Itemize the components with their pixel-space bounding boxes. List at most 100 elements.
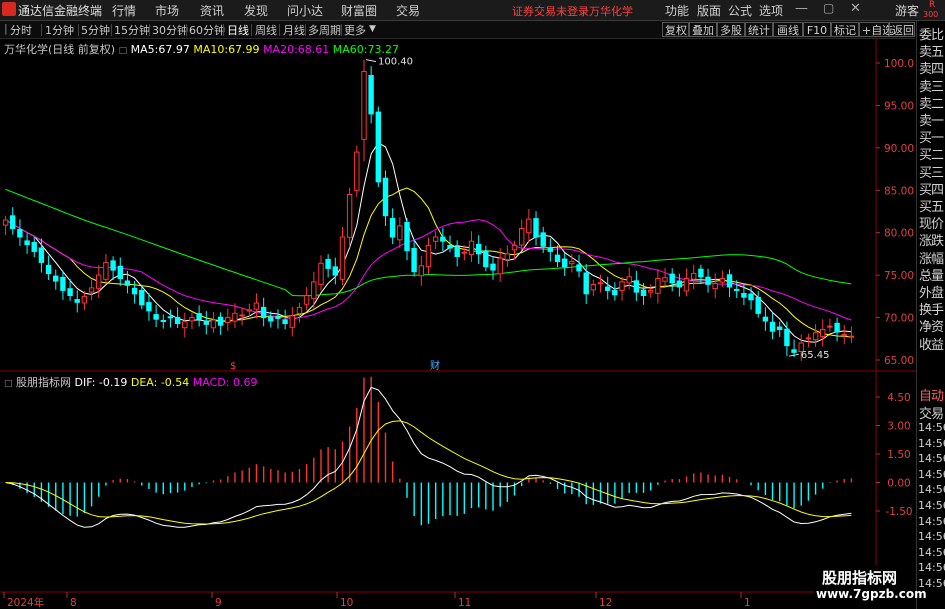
candle-up — [655, 278, 661, 294]
menu-functions[interactable]: 功能 — [665, 2, 689, 19]
x-tick-label: 1 — [744, 597, 751, 609]
trade-label[interactable]: 交易 — [919, 403, 944, 422]
period-intraday[interactable]: 分时 — [10, 22, 32, 38]
fuquan-button[interactable]: 复权 — [662, 22, 689, 37]
quote-field-7: 买二 — [919, 148, 944, 164]
overlay-button[interactable]: 叠加 — [689, 22, 717, 37]
candle-down — [375, 111, 382, 183]
quote-field-11: 现价 — [919, 217, 944, 233]
f10-button[interactable]: F10 — [803, 22, 831, 37]
period-5min[interactable]: 5分钟 — [81, 22, 110, 38]
menu-quotes[interactable]: 行情 — [112, 2, 136, 19]
menu-options[interactable]: 选项 — [759, 2, 783, 19]
minimize-icon[interactable]: — — [795, 1, 808, 16]
candle-down — [217, 316, 224, 326]
collapse-icon[interactable]: □ — [119, 46, 128, 56]
login-notice[interactable]: 证券交易未登录 — [512, 3, 589, 19]
menu-market[interactable]: 市场 — [155, 2, 179, 19]
quote-field-15: 外盘 — [919, 286, 944, 301]
period-monthly[interactable]: 月线 — [283, 22, 305, 38]
quote-field-2: 卖四 — [919, 62, 944, 78]
candle-down — [45, 264, 52, 274]
add-watchlist-button[interactable]: +自选 — [859, 22, 893, 37]
period-multi[interactable]: 多周期 — [308, 22, 341, 38]
menu-bar: 通达信金融终端 行情 市场 资讯 发现 问小达 财富圈 交易 证券交易未登录 万… — [0, 0, 945, 21]
trade-time-1: 14:56 — [918, 436, 945, 450]
restore-icon[interactable]: ▢ — [823, 1, 834, 15]
period-more[interactable]: 更多 — [344, 22, 366, 38]
event-marker-finance: 财 — [430, 359, 440, 372]
trade-time-3: 14:56 — [918, 467, 945, 481]
quote-field-18: 收益 — [919, 337, 944, 353]
candle-down — [146, 302, 152, 312]
candle-down — [389, 218, 396, 238]
ma5-value: 67.97 — [158, 43, 190, 56]
candle-up — [691, 272, 697, 280]
toolbar-grip-icon: | — [4, 22, 8, 35]
draw-line-button[interactable]: 画线 — [773, 22, 803, 37]
candle-down — [533, 218, 539, 238]
x-tick-label: 9 — [215, 597, 222, 609]
kline-chart[interactable]: 100.095.0090.0085.0080.0075.0070.0065.00… — [0, 38, 916, 609]
menu-news[interactable]: 资讯 — [200, 2, 224, 19]
statistics-button[interactable]: 统计 — [745, 22, 773, 37]
auto-label[interactable]: 自动 — [919, 385, 944, 404]
candle-down — [769, 321, 776, 332]
candle-up — [626, 276, 632, 284]
chevron-down-icon[interactable]: ▼ — [369, 24, 376, 34]
candle-down — [382, 177, 389, 217]
guest-label[interactable]: 游客 — [895, 2, 919, 19]
period-15min[interactable]: 15分钟 — [114, 22, 150, 38]
candle-down — [576, 264, 582, 272]
period-60min[interactable]: 60分钟 — [189, 22, 225, 38]
stock-chart-title: 万华化学(日线 前复权) — [4, 43, 116, 56]
candle-up — [189, 317, 195, 322]
candle-up — [719, 278, 726, 283]
menu-formula[interactable]: 公式 — [728, 2, 752, 19]
candle-up — [182, 321, 188, 329]
quote-field-14: 总量 — [919, 268, 944, 284]
candle-down — [669, 273, 675, 284]
candle-down — [53, 275, 59, 282]
back-button[interactable]: 返回 — [889, 22, 915, 37]
macd-tick-label: 4.50 — [887, 392, 910, 404]
y-tick-label: 65.00 — [884, 355, 914, 367]
candle-down — [734, 289, 740, 291]
candle-down — [368, 75, 374, 115]
x-tick-label: 2024年 — [7, 596, 44, 609]
candle-up — [81, 295, 88, 304]
candle-down — [741, 293, 747, 298]
macd-legend: □ 股朋指标网 DIF: -0.19 DEA: -0.54 MACD: 0.69 — [4, 374, 257, 390]
close-icon[interactable]: ✕ — [850, 1, 861, 16]
y-tick-label: 85.00 — [884, 185, 914, 197]
candle-down — [605, 286, 611, 291]
candle-down — [74, 299, 80, 303]
menu-layout[interactable]: 版面 — [697, 2, 721, 19]
candle-down — [10, 215, 16, 230]
candle-down — [139, 290, 145, 306]
candle-down — [268, 316, 274, 322]
menu-ask[interactable]: 问小达 — [287, 2, 323, 19]
multi-stock-button[interactable]: 多股 — [717, 22, 745, 37]
quote-field-10: 买五 — [919, 200, 944, 215]
stock-name-header: 万华化学 — [589, 5, 633, 18]
x-tick-label: 8 — [70, 597, 77, 609]
menu-discover[interactable]: 发现 — [244, 2, 268, 19]
candle-down — [411, 248, 417, 273]
candle-up — [289, 315, 296, 328]
period-daily[interactable]: 日线 — [227, 22, 249, 38]
period-30min[interactable]: 30分钟 — [152, 22, 188, 38]
candle-down — [174, 316, 181, 324]
trade-time-6: 14:56 — [918, 514, 945, 528]
high-price-label: 100.40 — [378, 57, 413, 68]
period-1min[interactable]: 1分钟 — [45, 22, 74, 38]
collapse-icon-macd[interactable]: □ — [4, 379, 13, 389]
menu-trade[interactable]: 交易 — [396, 2, 420, 19]
mark-button[interactable]: 标记 — [831, 22, 859, 37]
quote-field-1: 卖五 — [919, 45, 944, 61]
main-chart-legend: 万华化学(日线 前复权) □ MA5:67.97 MA10:67.99 MA20… — [4, 41, 399, 57]
period-weekly[interactable]: 周线 — [255, 22, 277, 38]
candle-down — [562, 258, 568, 268]
menu-community[interactable]: 财富圈 — [341, 2, 377, 19]
candle-down — [547, 247, 553, 252]
